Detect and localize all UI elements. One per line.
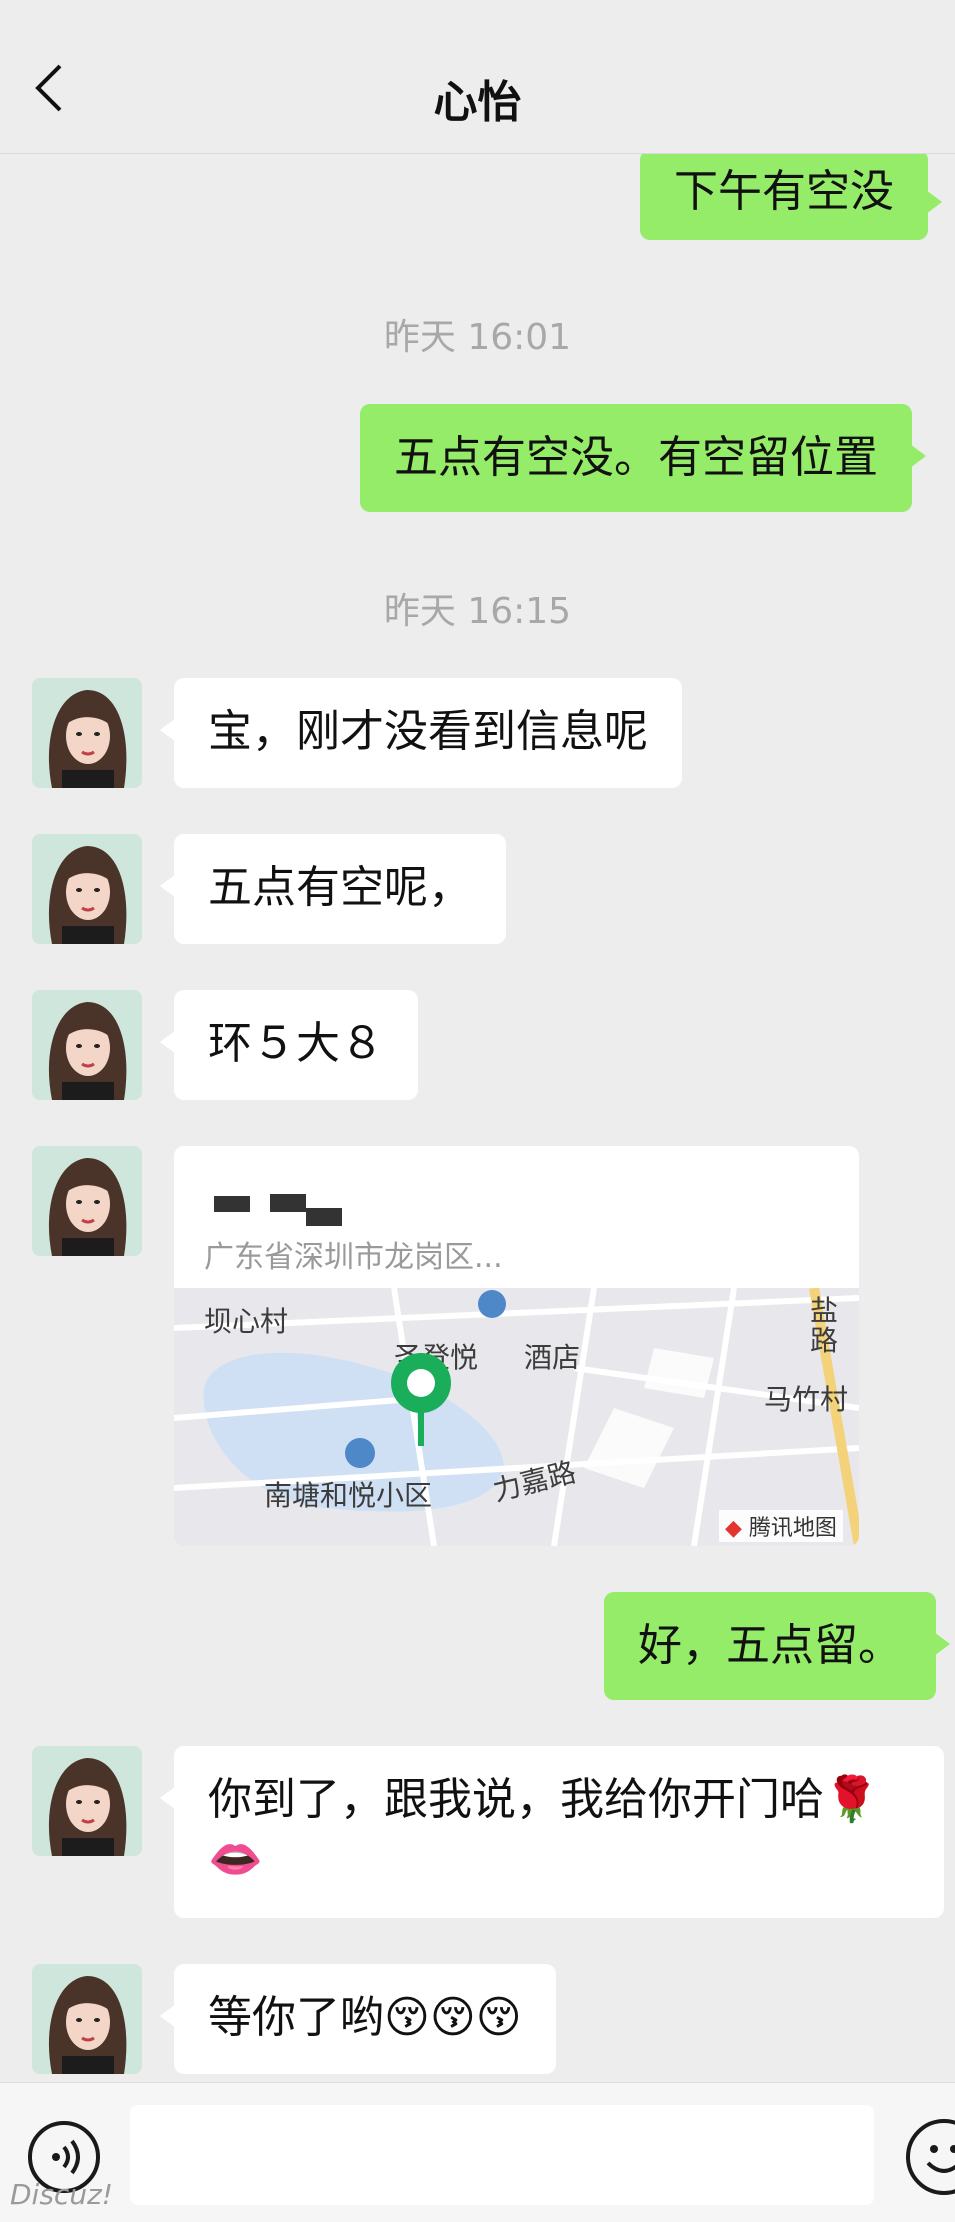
map-label: 盐路 [810,1294,839,1357]
chat-title: 心怡 [433,77,522,128]
input-bar [0,2082,955,2222]
map-label: 马竹村 [764,1383,849,1416]
message-sent[interactable]: 五点有空没。有空留位置 [360,404,926,512]
timestamp: 昨天 16:15 [383,591,572,632]
map-label: 南塘和悦小区 [264,1479,433,1512]
watermark: Discuz! [10,2178,113,2211]
message-received[interactable]: 五点有空呢， [160,834,506,944]
map-provider: ◆ 腾讯地图 [719,1510,843,1542]
avatar[interactable] [32,834,142,944]
message-line: 👄 [208,1834,263,1885]
avatar[interactable] [32,990,142,1100]
map-preview[interactable]: 坝心村 圣登悦 酒店 南塘和悦小区 力嘉路 马竹村 盐路 ◆ 腾讯地图 [174,1288,859,1546]
avatar[interactable] [32,1964,142,2074]
emoji-icon [926,2145,955,2173]
avatar[interactable] [32,678,142,788]
message-input[interactable] [130,2105,874,2205]
message-sent[interactable]: 下午有空没 [640,150,942,240]
map-label: 坝心村 [204,1305,289,1338]
message-received[interactable]: 你到了，跟我说，我给你开门哈🌹 👄 [160,1746,944,1918]
message-line: 你到了，跟我说，我给你开门哈🌹 [208,1774,879,1825]
message-sent[interactable]: 好，五点留。 [604,1592,950,1700]
timestamp: 昨天 16:01 [383,317,572,358]
message-received[interactable]: 环５大８ [160,990,418,1100]
message-received[interactable]: 宝，刚才没看到信息呢 [160,678,682,788]
tencent-map-icon: ◆ [725,1516,742,1541]
location-address: 广东省深圳市龙岗区... [204,1240,503,1275]
emoji-button[interactable] [906,2119,955,2195]
chat-header: 心怡 [0,0,955,154]
avatar[interactable] [32,1746,142,1856]
map-pin-icon [386,1348,456,1448]
map-label: 酒店 [524,1341,581,1374]
location-message[interactable]: 广东省深圳市龙岗区... 坝心村 圣登悦 酒店 南塘和悦小区 力嘉路 马竹村 盐… [174,1146,859,1546]
avatar[interactable] [32,1146,142,1256]
message-received[interactable]: 等你了哟😚😚😚 [160,1964,556,2074]
